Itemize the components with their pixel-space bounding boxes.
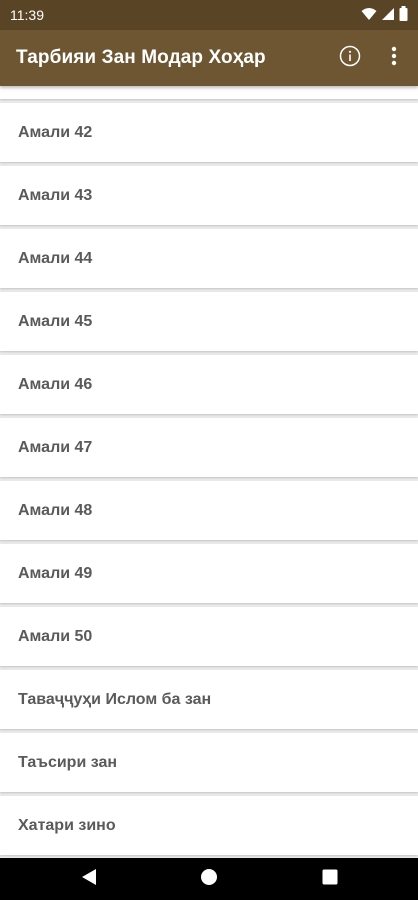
list-item-label: Таъсири зан [18, 753, 118, 771]
list-item[interactable]: Амали 49 [0, 544, 418, 603]
list-item-label: Амали 42 [18, 123, 93, 141]
list-item[interactable]: Хатари зино [0, 796, 418, 855]
wifi-icon [361, 7, 377, 24]
info-icon [339, 45, 361, 72]
list-item[interactable]: Амали 42 [0, 103, 418, 162]
signal-icon [381, 7, 395, 24]
battery-icon [399, 6, 408, 24]
list-item[interactable]: Таъсири зан [0, 733, 418, 792]
status-icons [361, 6, 408, 24]
list-item-label: Амали 44 [18, 249, 93, 267]
app-bar: Тарбияи Зан Модар Хоҳар [0, 30, 418, 86]
list-item[interactable]: Таваҷҷуҳи Ислом ба зан [0, 670, 418, 729]
list-item-label: Амали 45 [18, 312, 93, 330]
list-item[interactable]: Амали 44 [0, 229, 418, 288]
list-item[interactable]: Амали 48 [0, 481, 418, 540]
list-item-label: Амали 46 [18, 375, 93, 393]
app-title: Тарбияи Зан Модар Хоҳар [16, 47, 266, 68]
home-button[interactable] [184, 858, 234, 900]
list-item[interactable]: Амали 43 [0, 166, 418, 225]
recents-button[interactable] [305, 858, 355, 900]
recents-icon [322, 869, 338, 890]
list-item[interactable]: Амали 45 [0, 292, 418, 351]
list-item-label: Амали 50 [18, 627, 93, 645]
home-icon [200, 868, 218, 891]
list-item-label: Амали 43 [18, 186, 93, 204]
status-time: 11:39 [10, 7, 44, 23]
list-item-label: Амали 49 [18, 564, 93, 582]
list-item-label: Амали 48 [18, 501, 93, 519]
chapter-list: Амали 42 Амали 43 Амали 44 Амали 45 Амал… [0, 86, 418, 858]
info-button[interactable] [328, 36, 372, 80]
back-icon [81, 868, 97, 891]
list-item[interactable]: Амали 47 [0, 418, 418, 477]
list-item[interactable]: Амали 50 [0, 607, 418, 666]
status-bar: 11:39 [0, 0, 418, 30]
list-item[interactable] [0, 86, 418, 99]
list-item[interactable]: Амали 46 [0, 355, 418, 414]
navigation-bar [0, 858, 418, 900]
more-options-button[interactable] [372, 36, 416, 80]
list-item-label: Таваҷҷуҳи Ислом ба зан [18, 690, 212, 708]
more-vert-icon [391, 46, 397, 71]
list-item-label: Хатари зино [18, 816, 116, 834]
list-item-label: Амали 47 [18, 438, 93, 456]
back-button[interactable] [64, 858, 114, 900]
